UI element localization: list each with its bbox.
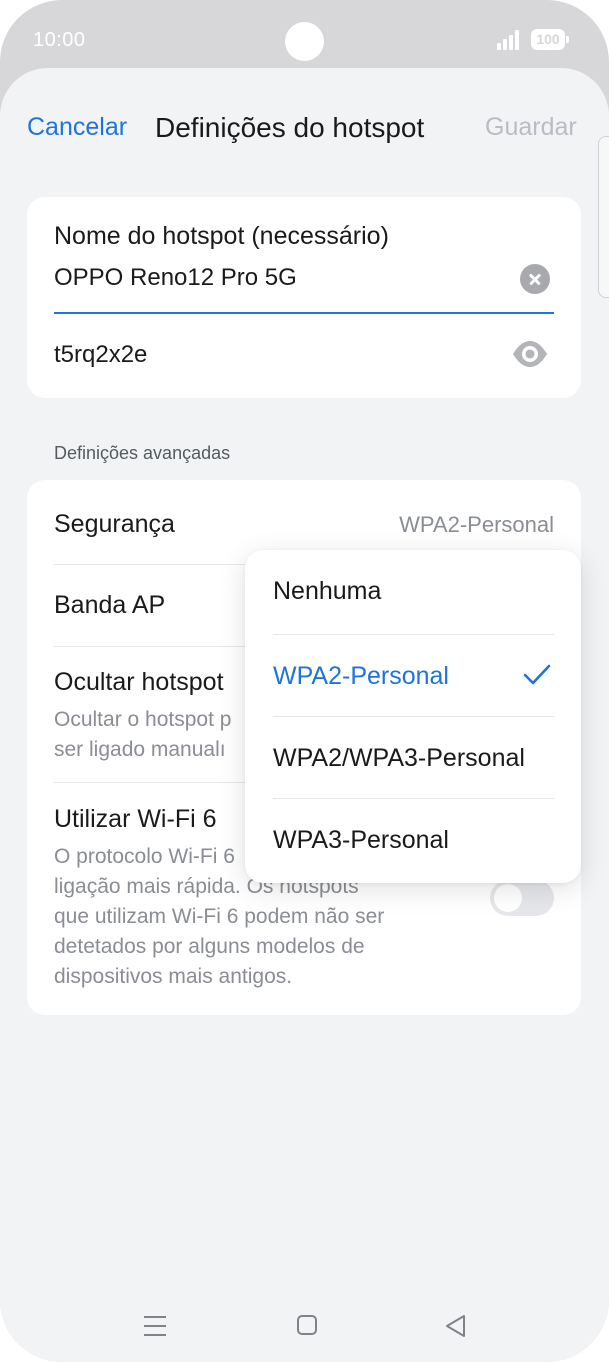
- status-time: 10:00: [33, 29, 86, 51]
- wifi6-desc-line5: dispositivos mais antigos.: [54, 965, 293, 988]
- security-option-wpa3-personal[interactable]: WPA3-Personal: [245, 799, 581, 881]
- status-bar: 10:00 100: [0, 0, 609, 70]
- home-icon[interactable]: [296, 1314, 318, 1336]
- option-label: WPA2-Personal: [273, 662, 449, 690]
- input-underline: [54, 312, 554, 314]
- back-icon[interactable]: [443, 1313, 469, 1339]
- signal-icon: [497, 30, 523, 50]
- page-title: Definições do hotspot: [155, 112, 425, 143]
- settings-screen: Cancelar Definições do hotspot Guardar N…: [0, 68, 609, 1362]
- wifi6-desc-line4: detetados por alguns modelos de: [54, 935, 365, 958]
- camera-cutout: [285, 22, 324, 61]
- option-label: Nenhuma: [273, 577, 382, 605]
- system-navigation-bar: [0, 1293, 609, 1362]
- option-label: WPA3-Personal: [273, 826, 449, 854]
- hotspot-name-label: Nome do hotspot (necessário): [54, 222, 389, 250]
- hide-hotspot-desc-line1: Ocultar o hotspot p: [54, 708, 232, 731]
- password-input[interactable]: t5rq2x2e: [54, 341, 147, 369]
- hide-hotspot-desc-line2: ser ligado manualı: [54, 738, 226, 761]
- phone-frame: 10:00 100 Cancelar Definições do hotspot…: [0, 0, 609, 1362]
- save-button[interactable]: Guardar: [485, 113, 577, 142]
- security-option-wpa2-personal[interactable]: WPA2-Personal: [245, 635, 581, 717]
- hotspot-credentials-card: Nome do hotspot (necessário) OPPO Reno12…: [27, 197, 581, 398]
- wifi6-desc-line3: que utilizam Wi-Fi 6 podem não ser: [54, 905, 385, 928]
- cancel-button[interactable]: Cancelar: [27, 113, 127, 142]
- security-value[interactable]: WPA2-Personal: [399, 512, 554, 538]
- battery-icon: 100: [531, 29, 569, 50]
- check-icon: [523, 664, 551, 685]
- ap-band-label[interactable]: Banda AP: [54, 591, 165, 620]
- eye-icon[interactable]: [511, 339, 549, 369]
- security-label[interactable]: Segurança: [54, 510, 175, 539]
- hotspot-name-input[interactable]: OPPO Reno12 Pro 5G: [54, 264, 297, 292]
- security-dropdown-menu: Nenhuma WPA2-Personal WPA2/WPA3-Personal…: [245, 550, 581, 883]
- wifi6-desc-line1: O protocolo Wi-Fi 6: [54, 845, 235, 868]
- clear-icon[interactable]: [520, 264, 550, 294]
- security-option-none[interactable]: Nenhuma: [245, 550, 581, 632]
- hide-hotspot-label[interactable]: Ocultar hotspot: [54, 668, 224, 697]
- advanced-settings-header: Definições avançadas: [54, 443, 231, 463]
- wifi6-toggle[interactable]: [490, 880, 554, 916]
- option-label: WPA2/WPA3-Personal: [273, 744, 525, 772]
- scroll-handle[interactable]: [598, 136, 609, 298]
- menu-icon[interactable]: [144, 1316, 168, 1338]
- toggle-knob: [494, 884, 522, 912]
- wifi6-label[interactable]: Utilizar Wi-Fi 6: [54, 805, 217, 834]
- security-option-wpa2-wpa3-personal[interactable]: WPA2/WPA3-Personal: [245, 717, 581, 799]
